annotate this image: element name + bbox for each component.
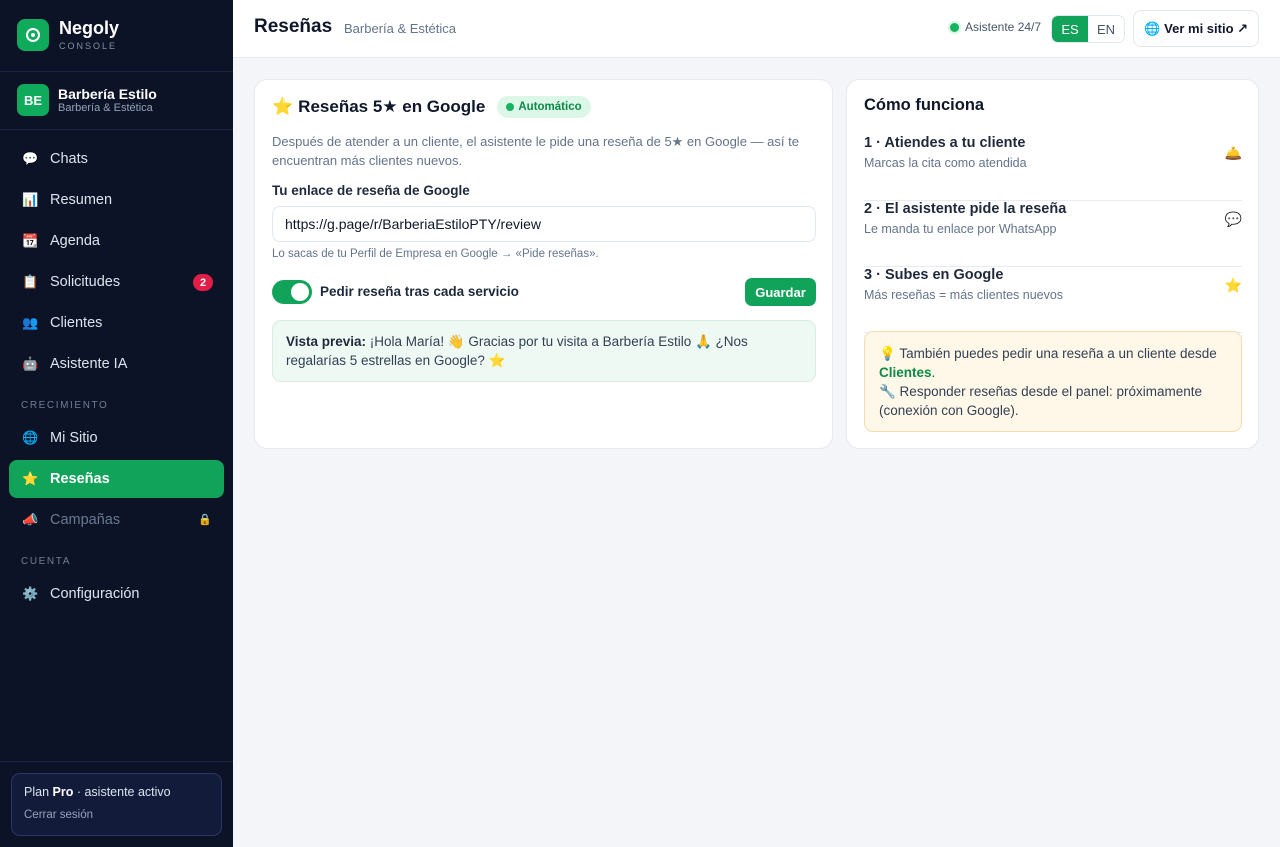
step-item: 1 · Atiendes a tu cliente Marcas la cita… (864, 135, 1242, 201)
view-site-label: Ver mi sitio ↗ (1164, 20, 1249, 36)
auto-request-toggle[interactable] (272, 280, 312, 304)
sidebar-item-resenas[interactable]: ⭐ Reseñas (9, 460, 224, 498)
sidebar-item-solicitudes[interactable]: 📋 Solicitudes 2 (9, 263, 224, 301)
sidebar: Negoly CONSOLE BE Barbería Estilo Barber… (0, 0, 233, 847)
reviews-settings-card: ⭐ Reseñas 5★ en Google Automático Despué… (254, 79, 833, 449)
bar-chart-icon: 📊 (22, 192, 39, 207)
section-label-crecimiento: CRECIMIENTO (21, 400, 109, 411)
business-category: Barbería & Estética (58, 101, 153, 114)
calendar-icon: 📆 (22, 233, 39, 248)
target-logo-icon (17, 18, 49, 51)
language-switcher: ES EN (1051, 15, 1125, 43)
sidebar-item-campanas[interactable]: 📣 Campañas 🔒 (9, 501, 224, 539)
plan-name: Pro (52, 785, 74, 799)
robot-icon: 🤖 (22, 356, 39, 371)
assistant-status: Asistente 24/7 (950, 20, 1041, 34)
review-link-hint: Lo sacas de tu Perfil de Empresa en Goog… (272, 248, 599, 260)
sidebar-item-mi-sitio[interactable]: 🌐 Mi Sitio (9, 419, 224, 457)
lock-icon: 🔒 (198, 514, 212, 526)
automatic-badge: Automático (497, 96, 591, 118)
step-item: 3 · Subes en Google Más reseñas = más cl… (864, 267, 1242, 333)
view-site-button[interactable]: 🌐 Ver mi sitio ↗ (1133, 10, 1259, 47)
toggle-knob (291, 283, 309, 301)
sidebar-item-label: Resumen (50, 192, 113, 208)
step-item: 2 · El asistente pide la reseña Le manda… (864, 201, 1242, 267)
tip-line: 🔧 Responder reseñas desde el panel: próx… (879, 384, 1202, 418)
tip-line: 💡 También puedes pedir una reseña a un c… (879, 346, 1217, 380)
save-button[interactable]: Guardar (745, 278, 816, 306)
sidebar-divider (0, 71, 233, 72)
message-preview: Vista previa: ¡Hola María! 👋 Gracias por… (272, 320, 816, 382)
review-link-label: Tu enlace de reseña de Google (272, 183, 470, 198)
globe-icon: 🌐 (1143, 20, 1161, 36)
plan-card: Plan Pro · asistente activo Cerrar sesió… (11, 773, 222, 836)
count-badge: 2 (193, 274, 213, 291)
lang-es-button[interactable]: ES (1052, 16, 1088, 42)
star-icon: ⭐ (22, 471, 39, 486)
sidebar-item-clientes[interactable]: 👥 Clientes (9, 304, 224, 342)
gear-icon: ⚙️ (22, 586, 39, 601)
preview-label: Vista previa: (286, 334, 367, 349)
how-it-works-title: Cómo funciona (864, 96, 985, 114)
status-dot-icon (506, 103, 515, 111)
tip-box: 💡 También puedes pedir una reseña a un c… (864, 331, 1242, 432)
globe-icon: 🌐 (22, 430, 39, 445)
step-title: 1 · Atiendes a tu cliente (864, 135, 1026, 151)
sidebar-item-label: Chats (50, 151, 88, 167)
sidebar-divider (0, 129, 233, 130)
chat-bubble-icon: 💬 (22, 151, 39, 166)
page-title: Reseñas (254, 16, 333, 37)
section-label-cuenta: CUENTA (21, 556, 71, 567)
chat-bubble-icon: 💬 (1224, 211, 1242, 227)
clipboard-icon: 📋 (22, 274, 39, 289)
step-subtitle: Más reseñas = más clientes nuevos (864, 288, 1064, 302)
sidebar-item-label: Mi Sitio (50, 430, 98, 446)
reviews-description: Después de atender a un cliente, el asis… (272, 134, 799, 168)
sidebar-item-label: Clientes (50, 315, 103, 331)
business-name: Barbería Estilo (58, 85, 157, 102)
brand[interactable]: Negoly CONSOLE (17, 18, 119, 51)
top-header: Reseñas Barbería & Estética Asistente 24… (233, 0, 1280, 58)
page-subtitle: Barbería & Estética (344, 21, 456, 36)
star-icon: ⭐ (272, 97, 294, 116)
how-it-works-card: Cómo funciona 1 · Atiendes a tu cliente … (846, 79, 1259, 449)
sidebar-item-asistente-ia[interactable]: 🤖 Asistente IA (9, 345, 224, 383)
star-icon: ⭐ (1224, 277, 1242, 293)
status-dot-icon (950, 22, 959, 32)
sidebar-item-chats[interactable]: 💬 Chats (9, 140, 224, 178)
brand-name: Negoly (59, 18, 120, 38)
sidebar-item-label: Configuración (50, 586, 140, 602)
sidebar-item-label: Reseñas (50, 471, 110, 487)
step-title: 3 · Subes en Google (864, 267, 1004, 283)
sidebar-item-configuracion[interactable]: ⚙️ Configuración (9, 575, 224, 613)
bell-icon: 🛎️ (1224, 145, 1242, 161)
business-switcher[interactable]: BE Barbería Estilo Barbería & Estética (17, 84, 157, 116)
sidebar-item-label: Campañas (50, 512, 121, 528)
users-icon: 👥 (22, 315, 39, 330)
reviews-card-title-text: Reseñas 5★ en Google (298, 97, 486, 116)
sidebar-item-label: Solicitudes (50, 274, 121, 290)
step-subtitle: Marcas la cita como atendida (864, 156, 1027, 170)
sidebar-item-resumen[interactable]: 📊 Resumen (9, 181, 224, 219)
megaphone-icon: 📣 (22, 512, 39, 527)
step-title: 2 · El asistente pide la reseña (864, 201, 1067, 217)
sidebar-item-agenda[interactable]: 📆 Agenda (9, 222, 224, 260)
clientes-link[interactable]: Clientes (879, 365, 932, 380)
lang-en-button[interactable]: EN (1088, 16, 1124, 42)
sidebar-divider (0, 761, 233, 762)
brand-subtitle: CONSOLE (59, 41, 118, 51)
review-link-input[interactable] (272, 206, 816, 242)
logout-link[interactable]: Cerrar sesión (24, 809, 209, 821)
sidebar-item-label: Asistente IA (50, 356, 128, 372)
business-avatar: BE (17, 84, 49, 116)
reviews-card-title: ⭐ Reseñas 5★ en Google Automático (272, 96, 591, 118)
sidebar-item-label: Agenda (50, 233, 100, 249)
auto-request-label: Pedir reseña tras cada servicio (320, 284, 519, 299)
step-subtitle: Le manda tu enlace por WhatsApp (864, 222, 1057, 236)
plan-status: Plan Pro · asistente activo (24, 785, 171, 799)
assistant-status-label: Asistente 24/7 (965, 20, 1042, 34)
